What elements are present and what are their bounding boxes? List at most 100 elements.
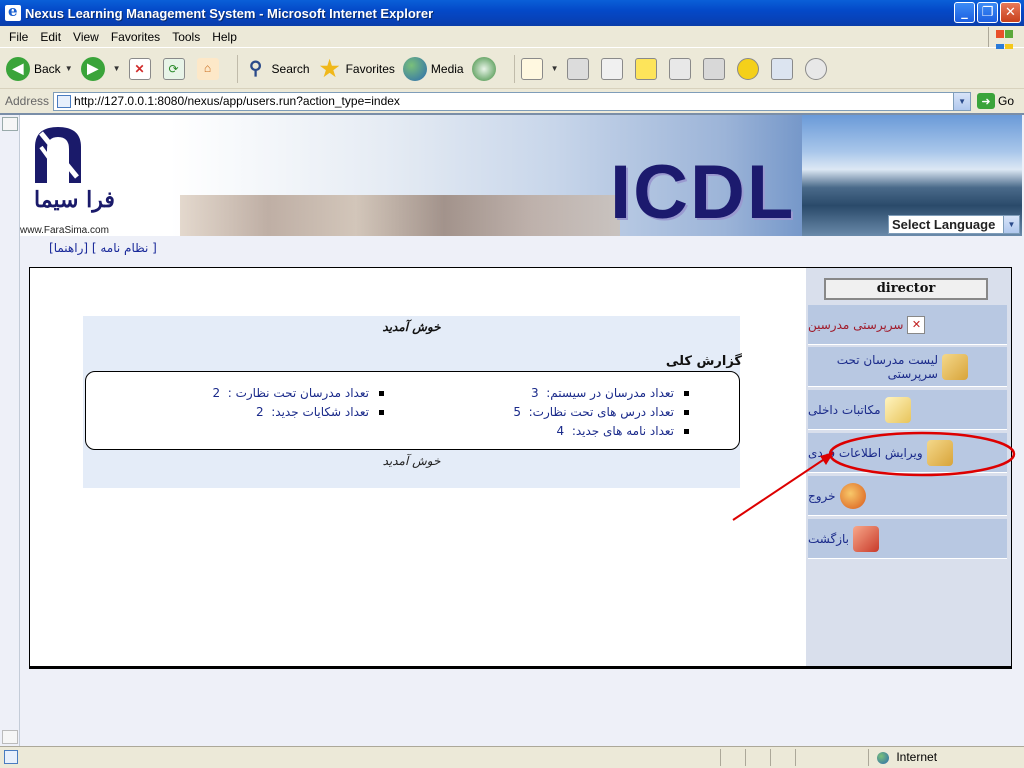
status-divider bbox=[720, 749, 721, 766]
edit-page-icon bbox=[600, 57, 623, 80]
report-box: تعداد مدرسان در سیستم: 3 تعداد مدرسان تح… bbox=[85, 371, 740, 450]
refresh-icon: ⟳ bbox=[162, 57, 185, 80]
menu-file[interactable]: File bbox=[3, 30, 34, 44]
language-select-label: Select Language bbox=[892, 217, 996, 232]
sidebar-item-edit-profile[interactable]: ویرایش اطلاعات فردی bbox=[808, 433, 1007, 473]
discuss-button[interactable] bbox=[634, 57, 661, 80]
messenger-button[interactable] bbox=[702, 57, 729, 80]
farasima-logo-icon bbox=[35, 127, 81, 185]
forward-dropdown-icon[interactable]: ▼ bbox=[113, 64, 121, 73]
forward-button[interactable]: ▶ ▼ bbox=[80, 56, 121, 81]
media-label: Media bbox=[430, 61, 464, 76]
ie-app-icon bbox=[5, 2, 21, 21]
toolbar-separator bbox=[236, 54, 238, 83]
stat-supervised-courses: تعداد درس های تحت نظارت: 5 bbox=[513, 405, 689, 419]
title-bar: Nexus Learning Management System - Micro… bbox=[0, 0, 1024, 26]
stat-new-complaints: تعداد شکایات جدید: 2 bbox=[256, 405, 384, 419]
help-links[interactable]: [راهنما] [ نظام نامه ] bbox=[49, 241, 157, 255]
stop-icon: ✕ bbox=[128, 57, 151, 80]
sidebar-item-label: بازگشت bbox=[808, 531, 849, 546]
address-url: http://127.0.0.1:8080/nexus/app/users.ru… bbox=[74, 94, 400, 108]
gutter-button-bottom[interactable] bbox=[2, 730, 18, 744]
media-button[interactable]: Media bbox=[402, 56, 464, 81]
tools-button[interactable] bbox=[770, 57, 797, 80]
search-label: Search bbox=[271, 61, 310, 76]
stop-button[interactable]: ✕ bbox=[128, 57, 155, 80]
minimize-button[interactable]: _ bbox=[954, 2, 975, 23]
menu-view[interactable]: View bbox=[67, 30, 105, 44]
back-button[interactable]: ◀ Back ▼ bbox=[6, 56, 73, 81]
restore-button[interactable]: ❐ bbox=[977, 2, 998, 23]
menu-edit[interactable]: Edit bbox=[34, 30, 67, 44]
magnifier-folder-icon bbox=[942, 353, 968, 380]
sidebar-item-label: مکاتبات داخلی bbox=[808, 402, 881, 417]
sidebar-item-internal-mail[interactable]: مکاتبات داخلی bbox=[808, 390, 1007, 430]
stat-supervised-teachers: تعداد مدرسان تحت نظارت : 2 bbox=[212, 386, 384, 400]
language-dropdown-icon[interactable]: ▼ bbox=[1003, 216, 1019, 233]
tools-icon bbox=[770, 57, 793, 80]
address-dropdown-icon[interactable]: ▼ bbox=[953, 92, 971, 110]
chat-button[interactable] bbox=[804, 57, 831, 80]
edit-button[interactable] bbox=[600, 57, 627, 80]
username-box: director bbox=[824, 278, 988, 300]
yahoo-button[interactable] bbox=[736, 57, 763, 80]
report-title: گزارش کلی bbox=[665, 354, 742, 369]
close-box-icon: ✕ bbox=[907, 315, 926, 334]
back-arrow-icon: ◀ bbox=[6, 56, 30, 81]
page-viewport: فرا سیما www.FaraSima.com ICDL Select La… bbox=[0, 113, 1024, 746]
mail-icon bbox=[520, 57, 543, 80]
close-button[interactable]: ✕ bbox=[1000, 2, 1021, 23]
toolbar: ◀ Back ▼ ▶ ▼ ✕ ⟳ ⌂ ⚲ Search ★ Favorites … bbox=[0, 49, 1024, 89]
back-dropdown-icon[interactable]: ▼ bbox=[65, 64, 73, 73]
welcome-footer: خوش آمدید bbox=[382, 454, 441, 468]
envelope-icon bbox=[884, 396, 911, 423]
print-button[interactable] bbox=[566, 57, 593, 80]
status-divider bbox=[770, 749, 771, 766]
menu-favorites[interactable]: Favorites bbox=[105, 30, 166, 44]
gutter-button-top[interactable] bbox=[2, 117, 18, 131]
media-globe-icon bbox=[402, 56, 427, 81]
language-select[interactable]: Select Language ▼ bbox=[888, 215, 1020, 234]
mail-dropdown-icon[interactable]: ▼ bbox=[551, 64, 559, 73]
main-frame: خوش آمدید گزارش کلی تعداد مدرسان در سیست… bbox=[29, 267, 1012, 669]
sidebar-item-supervised-teachers-list[interactable]: لیست مدرسان تحت سرپرستی bbox=[808, 347, 1007, 387]
sidebar-item-label: لیست مدرسان تحت سرپرستی bbox=[836, 352, 938, 381]
stat-teachers-in-system: تعداد مدرسان در سیستم: 3 bbox=[531, 386, 689, 400]
page-status-icon bbox=[4, 750, 18, 764]
favorites-button[interactable]: ★ Favorites bbox=[318, 55, 395, 81]
sidebar-item-label: خروج bbox=[808, 488, 836, 503]
sidebar-item-label: ویرایش اطلاعات فردی bbox=[808, 445, 923, 460]
home-button[interactable]: ⌂ bbox=[196, 57, 223, 80]
sidebar-item-back[interactable]: بازگشت bbox=[808, 519, 1007, 559]
research-button[interactable] bbox=[668, 57, 695, 80]
home-icon: ⌂ bbox=[196, 57, 219, 80]
menu-bar: File Edit View Favorites Tools Help bbox=[0, 26, 1024, 52]
menu-help[interactable]: Help bbox=[206, 30, 243, 44]
favorites-label: Favorites bbox=[345, 61, 395, 76]
search-icon: ⚲ bbox=[248, 58, 263, 78]
address-input[interactable]: http://127.0.0.1:8080/nexus/app/users.ru… bbox=[53, 91, 972, 111]
star-icon: ★ bbox=[319, 55, 340, 81]
search-button[interactable]: ⚲ Search bbox=[244, 57, 310, 81]
menu-tools[interactable]: Tools bbox=[166, 30, 206, 44]
page-icon bbox=[57, 94, 72, 108]
history-button[interactable] bbox=[471, 56, 500, 81]
icdl-brand: ICDL bbox=[610, 150, 796, 235]
go-button[interactable]: ➜ Go bbox=[977, 93, 1014, 109]
address-label: Address bbox=[5, 94, 50, 108]
windows-logo-icon bbox=[988, 27, 1018, 52]
logo-text: فرا سیما bbox=[34, 187, 115, 213]
sidebar-item-logout[interactable]: خروج bbox=[808, 476, 1007, 516]
logo-url: www.FaraSima.com bbox=[20, 225, 109, 236]
mail-button[interactable]: ▼ bbox=[520, 57, 559, 80]
refresh-button[interactable]: ⟳ bbox=[162, 57, 189, 80]
window-controls: _ ❐ ✕ bbox=[954, 2, 1021, 23]
address-bar: Address http://127.0.0.1:8080/nexus/app/… bbox=[0, 90, 1024, 112]
sidebar-item-supervise-teachers[interactable]: ✕ سرپرستی مدرسین bbox=[808, 305, 1007, 345]
magnifier-folder-icon bbox=[926, 439, 953, 466]
printer-icon bbox=[566, 57, 589, 80]
internet-globe-icon bbox=[877, 751, 889, 764]
yahoo-icon bbox=[736, 57, 759, 80]
go-arrow-icon: ➜ bbox=[977, 93, 996, 109]
sidebar: director ✕ سرپرستی مدرسین لیست مدرسان تح… bbox=[806, 268, 1011, 666]
